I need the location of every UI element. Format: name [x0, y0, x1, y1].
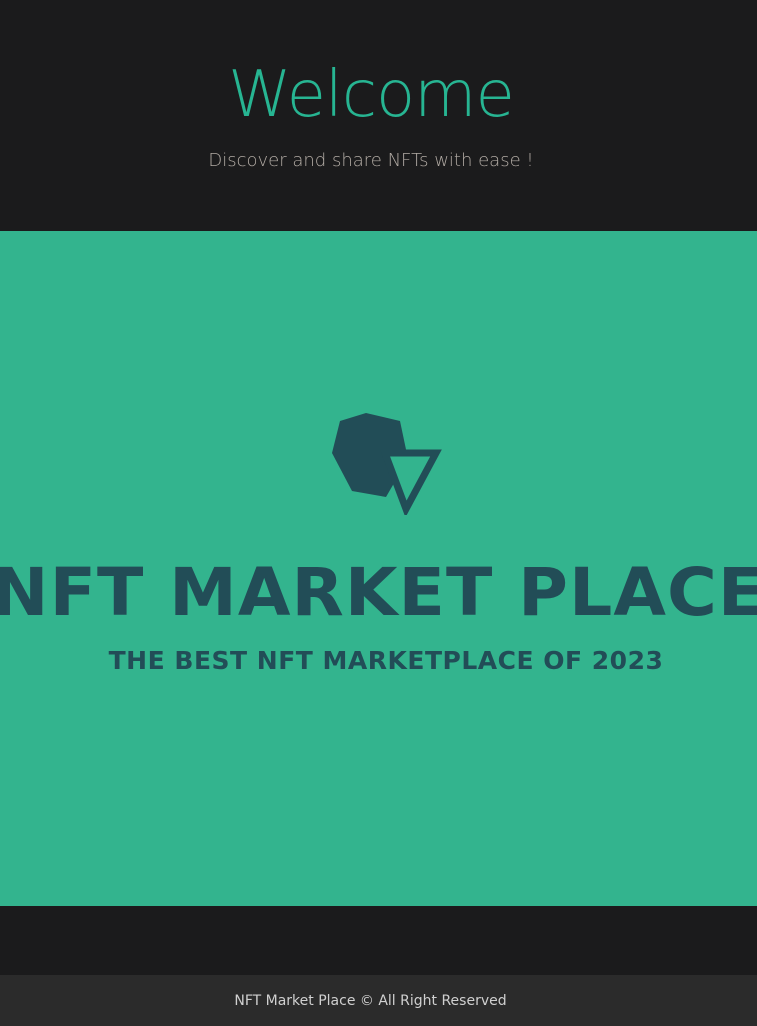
hexagon-triangle-logo-icon [332, 413, 442, 515]
copyright-text: NFT Market Place © All Right Reserved [234, 993, 507, 1009]
brand-subtitle: THE BEST NFT MARKETPLACE OF 2023 [108, 646, 664, 675]
section-spacer [0, 906, 757, 975]
welcome-heading: Welcome [228, 58, 515, 132]
brand-title: NFT MARKET PLACE [0, 554, 757, 631]
footer: NFT Market Place © All Right Reserved [0, 975, 757, 1026]
header-section: Welcome Discover and share NFTs with eas… [0, 0, 757, 231]
tagline-text: Discover and share NFTs with ease ! [208, 150, 534, 171]
